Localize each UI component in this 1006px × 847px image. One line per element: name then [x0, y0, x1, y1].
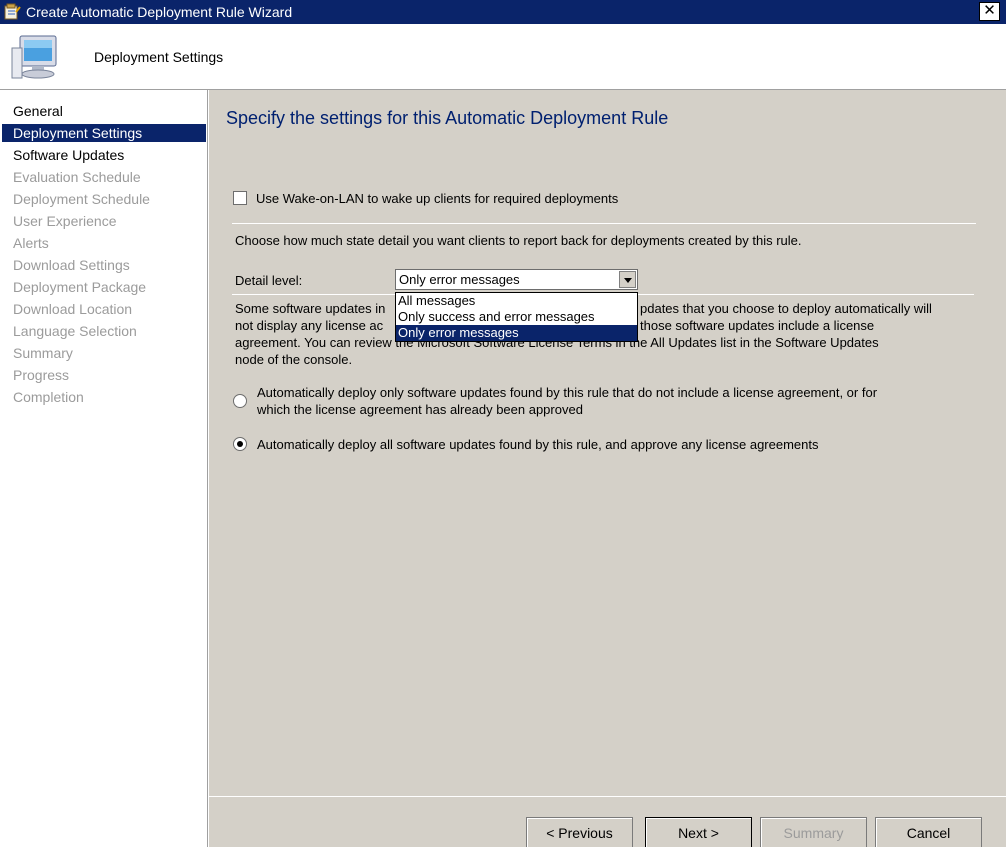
- detail-intro-text: Choose how much state detail you want cl…: [235, 233, 802, 248]
- page-heading: Specify the settings for this Automatic …: [226, 108, 669, 128]
- radio-button-selected[interactable]: [233, 437, 247, 451]
- chevron-down-icon: [624, 278, 632, 283]
- license-text-line4: node of the console.: [235, 352, 353, 367]
- wake-on-lan-checkbox-row[interactable]: Use Wake-on-LAN to wake up clients for r…: [233, 189, 618, 207]
- title-bar: Create Automatic Deployment Rule Wizard …: [0, 0, 1006, 24]
- detail-level-dropdown[interactable]: Only error messages: [395, 269, 638, 290]
- wake-on-lan-checkbox[interactable]: [233, 191, 247, 205]
- close-icon: ✕: [983, 2, 996, 19]
- sidebar-item-language-selection[interactable]: Language Selection: [2, 322, 206, 340]
- radio-deploy-no-license[interactable]: Automatically deploy only software updat…: [233, 384, 973, 420]
- sidebar-item-download-location[interactable]: Download Location: [2, 300, 206, 318]
- detail-level-options-list: All messages Only success and error mess…: [395, 292, 638, 342]
- sidebar-item-download-settings[interactable]: Download Settings: [2, 256, 206, 274]
- section-divider: [232, 223, 976, 224]
- sidebar-item-summary[interactable]: Summary: [2, 344, 206, 362]
- dropdown-button[interactable]: [619, 271, 636, 288]
- previous-button[interactable]: < Previous: [526, 817, 633, 847]
- sidebar-item-user-experience[interactable]: User Experience: [2, 212, 206, 230]
- radio-deploy-all-label: Automatically deploy all software update…: [257, 437, 819, 452]
- radio-deploy-no-license-label: Automatically deploy only software updat…: [257, 384, 957, 418]
- license-text-line1-left: Some software updates in: [235, 301, 386, 316]
- wizard-steps-sidebar: General Deployment Settings Software Upd…: [0, 90, 208, 847]
- sidebar-item-progress[interactable]: Progress: [2, 366, 206, 384]
- sidebar-item-completion[interactable]: Completion: [2, 388, 206, 406]
- sidebar-item-general[interactable]: General: [2, 102, 206, 120]
- cancel-button[interactable]: Cancel: [875, 817, 982, 847]
- radio-label-line2: which the license agreement has already …: [257, 402, 583, 417]
- option-only-error[interactable]: Only error messages: [396, 325, 637, 341]
- close-button[interactable]: ✕: [979, 2, 1000, 21]
- next-button[interactable]: Next >: [645, 817, 752, 847]
- license-text-line2-right: those software updates include a license: [640, 318, 875, 333]
- detail-level-label: Detail level:: [235, 273, 303, 288]
- option-all-messages[interactable]: All messages: [396, 293, 637, 309]
- window-title: Create Automatic Deployment Rule Wizard: [26, 4, 293, 20]
- sidebar-item-deployment-schedule[interactable]: Deployment Schedule: [2, 190, 206, 208]
- detail-level-value: Only error messages: [399, 272, 520, 287]
- radio-button[interactable]: [233, 394, 247, 408]
- radio-dot-icon: [237, 441, 243, 447]
- sidebar-item-evaluation-schedule[interactable]: Evaluation Schedule: [2, 168, 206, 186]
- main-panel: Specify the settings for this Automatic …: [209, 90, 1006, 847]
- sidebar-item-alerts[interactable]: Alerts: [2, 234, 206, 252]
- radio-label-line1: Automatically deploy only software updat…: [257, 385, 878, 400]
- computer-monitor-icon: [11, 35, 57, 79]
- footer-divider: [209, 796, 1006, 797]
- sidebar-item-software-updates[interactable]: Software Updates: [2, 146, 206, 164]
- wizard-header: Deployment Settings: [0, 24, 1006, 90]
- radio-deploy-all-approve[interactable]: Automatically deploy all software update…: [233, 436, 973, 454]
- wizard-icon: [4, 3, 21, 20]
- summary-button[interactable]: Summary: [760, 817, 867, 847]
- license-text-line2-left: not display any license ac: [235, 318, 384, 333]
- sidebar-item-deployment-package[interactable]: Deployment Package: [2, 278, 206, 296]
- license-text-line1-right: pdates that you choose to deploy automat…: [640, 301, 932, 316]
- option-success-and-error[interactable]: Only success and error messages: [396, 309, 637, 325]
- header-title: Deployment Settings: [94, 49, 224, 65]
- sidebar-item-deployment-settings[interactable]: Deployment Settings: [2, 124, 206, 142]
- wake-on-lan-label: Use Wake-on-LAN to wake up clients for r…: [256, 190, 619, 206]
